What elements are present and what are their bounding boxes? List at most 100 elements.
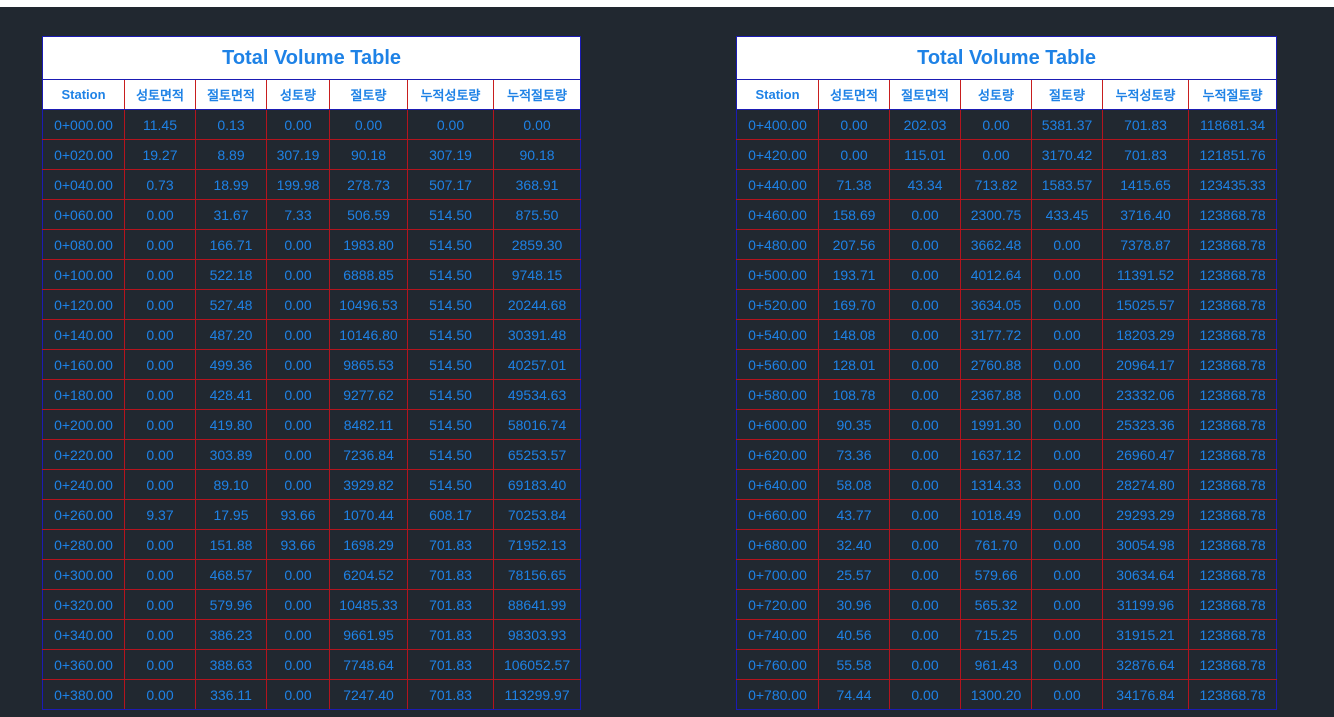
column-header: Station (736, 79, 819, 110)
value-cell: 123868.78 (1187, 529, 1278, 560)
table-row: 0+020.00 19.27 8.89 307.19 90.18 307.19 90.18 (42, 139, 582, 170)
table-row: 0+260.00 9.37 17.95 93.66 1070.44 608.17 70253… (42, 499, 582, 530)
volume-table[interactable]: Total Volume Table Station 성토면적 절토면적 성토량 절토량… (735, 36, 1278, 710)
value-cell: 115.01 (889, 139, 961, 170)
value-cell: 701.83 (407, 529, 494, 560)
value-cell: 0.00 (266, 649, 330, 680)
value-cell: 336.11 (195, 679, 267, 710)
value-cell: 0.00 (1031, 229, 1103, 260)
value-cell: 18203.29 (1102, 319, 1189, 350)
station-cell: 0+160.00 (42, 349, 125, 380)
value-cell: 69183.40 (492, 469, 582, 500)
value-cell: 9661.95 (329, 619, 408, 650)
value-cell: 98303.93 (492, 619, 582, 650)
table-row: 0+580.00 108.78 0.00 2367.88 0.00 23332.06 123… (736, 379, 1278, 410)
value-cell: 0.00 (818, 109, 890, 140)
value-cell: 123868.78 (1187, 199, 1278, 230)
value-cell: 0.00 (266, 409, 330, 440)
value-cell: 2300.75 (960, 199, 1032, 230)
value-cell: 121851.76 (1187, 139, 1278, 170)
value-cell: 368.91 (492, 169, 582, 200)
table-row: 0+200.00 0.00 419.80 0.00 8482.11 514.50 58016… (42, 409, 582, 440)
station-cell: 0+380.00 (42, 679, 125, 710)
value-cell: 93.66 (266, 499, 330, 530)
value-cell: 30.96 (818, 589, 890, 620)
value-cell: 1991.30 (960, 409, 1032, 440)
value-cell: 875.50 (492, 199, 582, 230)
table-row: 0+440.00 71.38 43.34 713.82 1583.57 1415.65 12… (736, 169, 1278, 200)
table-row: 0+740.00 40.56 0.00 715.25 0.00 31915.21 12386… (736, 619, 1278, 650)
table-row: 0+140.00 0.00 487.20 0.00 10146.80 514.50 3039… (42, 319, 582, 350)
table-row: 0+600.00 90.35 0.00 1991.30 0.00 25323.36 1238… (736, 409, 1278, 440)
value-cell: 8.89 (195, 139, 267, 170)
value-cell: 0.00 (1031, 679, 1103, 710)
value-cell: 123868.78 (1187, 469, 1278, 500)
value-cell: 514.50 (407, 349, 494, 380)
table-row: 0+040.00 0.73 18.99 199.98 278.73 507.17 368.9… (42, 169, 582, 200)
table-title: Total Volume Table (735, 36, 1278, 80)
table-row: 0+220.00 0.00 303.89 0.00 7236.84 514.50 65253… (42, 439, 582, 470)
value-cell: 0.00 (407, 109, 494, 140)
table-row: 0+620.00 73.36 0.00 1637.12 0.00 26960.47 1238… (736, 439, 1278, 470)
column-header: 누적절토량 (492, 79, 582, 110)
table-row: 0+100.00 0.00 522.18 0.00 6888.85 514.50 9748.… (42, 259, 582, 290)
value-cell: 123868.78 (1187, 619, 1278, 650)
value-cell: 123868.78 (1187, 259, 1278, 290)
value-cell: 0.00 (124, 259, 196, 290)
value-cell: 9865.53 (329, 349, 408, 380)
table-header-row: Station 성토면적 절토면적 성토량 절토량 누적성토량 누적절토량 (736, 79, 1278, 110)
table-row: 0+000.00 11.45 0.13 0.00 0.00 0.00 0.00 (42, 109, 582, 140)
value-cell: 0.00 (266, 379, 330, 410)
value-cell: 58016.74 (492, 409, 582, 440)
value-cell: 9.37 (124, 499, 196, 530)
value-cell: 579.66 (960, 559, 1032, 590)
table-row: 0+520.00 169.70 0.00 3634.05 0.00 15025.57 123… (736, 289, 1278, 320)
value-cell: 90.18 (329, 139, 408, 170)
table-row: 0+320.00 0.00 579.96 0.00 10485.33 701.83 8864… (42, 589, 582, 620)
value-cell: 307.19 (407, 139, 494, 170)
station-cell: 0+020.00 (42, 139, 125, 170)
value-cell: 123435.33 (1187, 169, 1278, 200)
value-cell: 514.50 (407, 469, 494, 500)
value-cell: 0.00 (960, 139, 1032, 170)
value-cell: 58.08 (818, 469, 890, 500)
column-header: 누적성토량 (1102, 79, 1189, 110)
value-cell: 158.69 (818, 199, 890, 230)
station-cell: 0+520.00 (736, 289, 819, 320)
value-cell: 0.00 (124, 349, 196, 380)
value-cell: 108.78 (818, 379, 890, 410)
value-cell: 0.00 (1031, 559, 1103, 590)
value-cell: 6204.52 (329, 559, 408, 590)
station-cell: 0+000.00 (42, 109, 125, 140)
value-cell: 1583.57 (1031, 169, 1103, 200)
value-cell: 6888.85 (329, 259, 408, 290)
drawing-canvas[interactable]: Total Volume Table Station 성토면적 절토면적 성토량 절토량… (0, 7, 1334, 717)
value-cell: 0.00 (124, 229, 196, 260)
value-cell: 10146.80 (329, 319, 408, 350)
table-row: 0+340.00 0.00 386.23 0.00 9661.95 701.83 98303… (42, 619, 582, 650)
station-cell: 0+580.00 (736, 379, 819, 410)
value-cell: 43.77 (818, 499, 890, 530)
station-cell: 0+460.00 (736, 199, 819, 230)
value-cell: 199.98 (266, 169, 330, 200)
value-cell: 0.00 (1031, 349, 1103, 380)
table-row: 0+120.00 0.00 527.48 0.00 10496.53 514.50 2024… (42, 289, 582, 320)
value-cell: 514.50 (407, 439, 494, 470)
value-cell: 0.00 (266, 469, 330, 500)
table-row: 0+160.00 0.00 499.36 0.00 9865.53 514.50 40257… (42, 349, 582, 380)
station-cell: 0+480.00 (736, 229, 819, 260)
value-cell: 93.66 (266, 529, 330, 560)
value-cell: 71.38 (818, 169, 890, 200)
value-cell: 30391.48 (492, 319, 582, 350)
volume-table[interactable]: Total Volume Table Station 성토면적 절토면적 성토량 절토량… (41, 36, 582, 710)
value-cell: 169.70 (818, 289, 890, 320)
table-row: 0+060.00 0.00 31.67 7.33 506.59 514.50 875.50 (42, 199, 582, 230)
column-header: Station (42, 79, 125, 110)
value-cell: 88641.99 (492, 589, 582, 620)
value-cell: 506.59 (329, 199, 408, 230)
station-cell: 0+200.00 (42, 409, 125, 440)
station-cell: 0+320.00 (42, 589, 125, 620)
value-cell: 3177.72 (960, 319, 1032, 350)
value-cell: 0.00 (329, 109, 408, 140)
column-header: 누적성토량 (407, 79, 494, 110)
